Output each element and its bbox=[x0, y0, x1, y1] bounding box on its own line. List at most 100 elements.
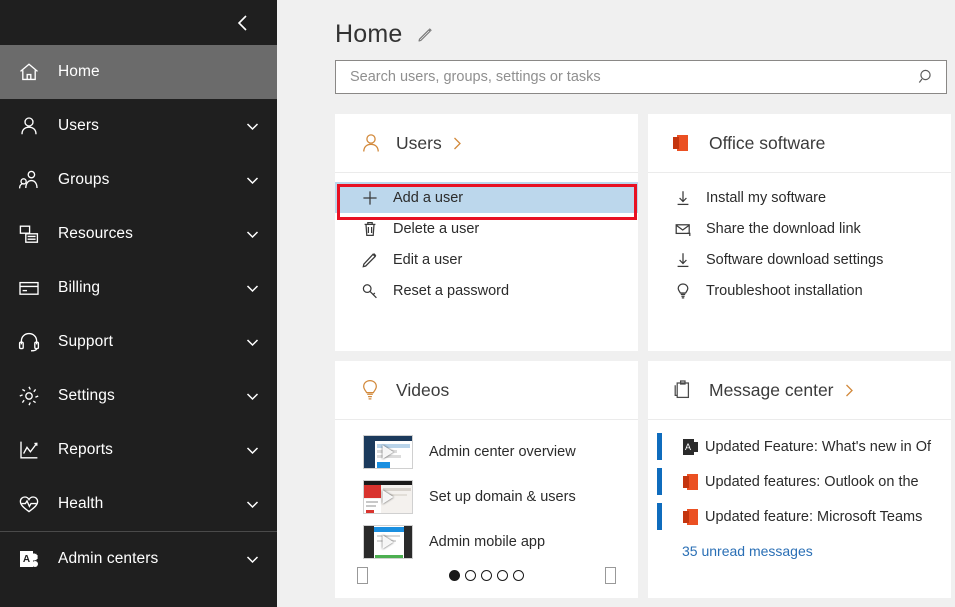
sidebar-expand-chevron[interactable] bbox=[241, 442, 263, 459]
carousel-dot[interactable] bbox=[465, 570, 476, 581]
sidebar-item-billing[interactable]: Billing bbox=[0, 261, 277, 315]
unread-messages-link[interactable]: 35 unread messages bbox=[682, 543, 813, 559]
sidebar-item-groups[interactable]: Groups bbox=[0, 153, 277, 207]
sidebar-item-reports[interactable]: Reports bbox=[0, 423, 277, 477]
sidebar-item-settings[interactable]: Settings bbox=[0, 369, 277, 423]
edit-page-title-button[interactable] bbox=[417, 26, 434, 43]
admin-center-window: HomeUsersGroupsResourcesBillingSupportSe… bbox=[0, 0, 955, 607]
sidebar-item-label: Resources bbox=[48, 225, 241, 243]
card-message-center-body: AUpdated Feature: What's new in OfUpdate… bbox=[648, 420, 951, 598]
card-videos-body: Admin center overview Set up domain & use… bbox=[335, 420, 638, 598]
message-item[interactable]: Updated feature: Microsoft Teams bbox=[648, 499, 951, 534]
link-reset-a-password[interactable]: Reset a password bbox=[335, 275, 638, 306]
card-videos: Videos Admin center overview Set up domai… bbox=[335, 361, 638, 598]
carousel-dot[interactable] bbox=[449, 570, 460, 581]
link-label: Software download settings bbox=[706, 252, 883, 268]
sidebar-expand-chevron[interactable] bbox=[241, 172, 263, 189]
home-icon bbox=[10, 61, 48, 83]
card-videos-header: Videos bbox=[335, 361, 638, 420]
carousel-next-button[interactable] bbox=[605, 567, 616, 584]
sidebar-item-home[interactable]: Home bbox=[0, 45, 277, 99]
link-delete-a-user[interactable]: Delete a user bbox=[335, 213, 638, 244]
message-text: Updated Feature: What's new in Of bbox=[705, 439, 931, 455]
carousel-prev-button[interactable] bbox=[357, 567, 368, 584]
sidebar-expand-chevron[interactable] bbox=[241, 496, 263, 513]
search-input[interactable] bbox=[348, 68, 918, 86]
trash-icon bbox=[361, 220, 383, 238]
pencil-icon bbox=[361, 251, 383, 269]
sidebar-collapse-button[interactable] bbox=[227, 8, 257, 38]
link-label: Edit a user bbox=[393, 252, 462, 268]
sidebar-expand-chevron[interactable] bbox=[241, 280, 263, 297]
sidebar-expand-chevron[interactable] bbox=[241, 388, 263, 405]
person-icon bbox=[360, 132, 386, 154]
left-navigation-sidebar: HomeUsersGroups Resources Billing Support Se… bbox=[0, 0, 277, 607]
sidebar-top-bar bbox=[0, 0, 277, 45]
chevron-down-icon bbox=[244, 118, 261, 135]
card-videos-title: Videos bbox=[396, 380, 449, 401]
person-icon bbox=[10, 115, 48, 137]
sidebar-item-label: Support bbox=[48, 333, 241, 351]
card-office-header: Office software bbox=[648, 114, 951, 173]
card-office-title: Office software bbox=[709, 133, 825, 154]
page-title: Home bbox=[335, 20, 403, 49]
link-troubleshoot-installation[interactable]: Troubleshoot installation bbox=[648, 275, 951, 306]
download-icon bbox=[674, 251, 696, 269]
link-label: Delete a user bbox=[393, 221, 479, 237]
video-title: Admin center overview bbox=[429, 444, 576, 460]
carousel-dot[interactable] bbox=[497, 570, 508, 581]
sidebar-expand-chevron[interactable] bbox=[241, 118, 263, 135]
message-text: Updated features: Outlook on the bbox=[705, 474, 919, 490]
link-share-the-download-link[interactable]: Share the download link bbox=[648, 213, 951, 244]
chevron-down-icon bbox=[244, 551, 261, 568]
play-icon bbox=[383, 445, 394, 459]
sidebar-item-resources[interactable]: Resources bbox=[0, 207, 277, 261]
card-users-header: Users bbox=[335, 114, 638, 173]
office-icon bbox=[682, 474, 698, 490]
sidebar-expand-chevron[interactable] bbox=[241, 226, 263, 243]
clipboard-icon bbox=[673, 379, 699, 401]
gear-icon bbox=[10, 385, 48, 407]
admin-centers-icon: A bbox=[10, 549, 48, 569]
message-item[interactable]: Updated features: Outlook on the bbox=[648, 464, 951, 499]
video-item[interactable]: Set up domain & users bbox=[335, 474, 638, 519]
card-users-open-link[interactable] bbox=[452, 136, 463, 151]
chevron-down-icon bbox=[244, 442, 261, 459]
card-message-center-open-link[interactable] bbox=[844, 383, 855, 398]
videos-carousel bbox=[335, 562, 638, 588]
video-item[interactable]: Admin center overview bbox=[335, 429, 638, 474]
carousel-dots bbox=[449, 570, 524, 581]
lightbulb-icon bbox=[674, 282, 696, 300]
sidebar-item-health[interactable]: Health bbox=[0, 477, 277, 531]
link-software-download-settings[interactable]: Software download settings bbox=[648, 244, 951, 275]
carousel-dot[interactable] bbox=[513, 570, 524, 581]
card-office-links: Install my software Share the download li… bbox=[648, 173, 951, 351]
office-icon bbox=[682, 509, 698, 525]
video-thumbnail bbox=[363, 525, 413, 559]
link-install-my-software[interactable]: Install my software bbox=[648, 182, 951, 213]
sidebar-expand-chevron[interactable] bbox=[241, 551, 263, 568]
unread-indicator-bar bbox=[657, 503, 662, 530]
main-content: Home bbox=[277, 0, 955, 607]
card-users: Users Add a user Delete a user Edit a user… bbox=[335, 114, 638, 351]
chevron-down-icon bbox=[244, 388, 261, 405]
chevron-down-icon bbox=[244, 334, 261, 351]
chevron-right-icon bbox=[452, 136, 463, 151]
link-edit-a-user[interactable]: Edit a user bbox=[335, 244, 638, 275]
search-bar[interactable] bbox=[335, 60, 947, 94]
link-add-a-user[interactable]: Add a user bbox=[335, 182, 638, 213]
sidebar-item-admin-centers[interactable]: AAdmin centers bbox=[0, 532, 277, 586]
sidebar-item-support[interactable]: Support bbox=[0, 315, 277, 369]
carousel-dot[interactable] bbox=[481, 570, 492, 581]
chevron-down-icon bbox=[244, 280, 261, 297]
download-icon bbox=[674, 189, 696, 207]
video-item[interactable]: Admin mobile app bbox=[335, 519, 638, 564]
plus-icon bbox=[361, 189, 383, 207]
link-label: Share the download link bbox=[706, 221, 861, 237]
sidebar-expand-chevron[interactable] bbox=[241, 334, 263, 351]
sidebar-item-users[interactable]: Users bbox=[0, 99, 277, 153]
headset-icon bbox=[10, 331, 48, 353]
message-item[interactable]: AUpdated Feature: What's new in Of bbox=[648, 429, 951, 464]
link-label: Add a user bbox=[393, 190, 463, 206]
search-submit-button[interactable] bbox=[918, 68, 936, 86]
